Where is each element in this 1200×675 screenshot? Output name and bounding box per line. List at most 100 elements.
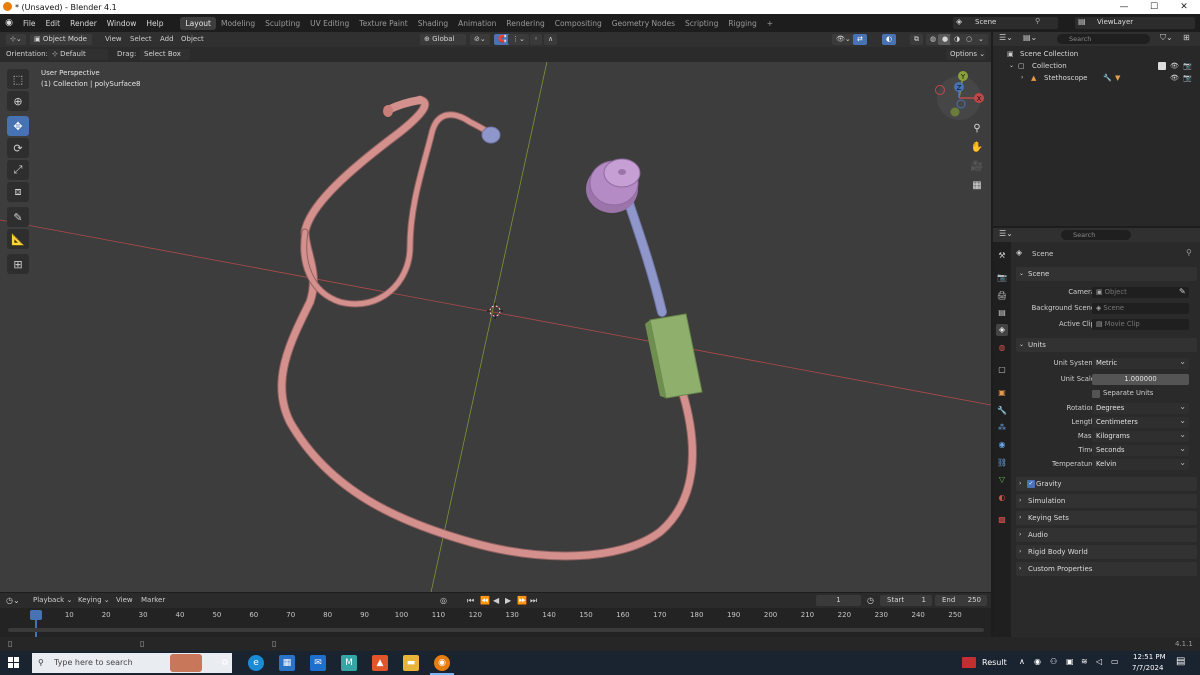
volume-icon[interactable]: ◁	[1096, 657, 1102, 666]
gizmo-toggle-icon[interactable]: ⇄	[853, 34, 867, 45]
collection-tab-icon[interactable]: ▢	[996, 364, 1008, 376]
notification-icon[interactable]: ▤	[1176, 656, 1185, 667]
rigid-body-world-panel-header[interactable]: › Rigid Body World	[1016, 545, 1197, 559]
xray-icon[interactable]: ⧉	[910, 34, 923, 45]
meet-icon[interactable]: ⚇	[1050, 657, 1057, 666]
marker-menu[interactable]: Marker	[141, 595, 165, 606]
clock-time[interactable]: 12:51 PM	[1133, 653, 1166, 661]
menu-select[interactable]: Select	[130, 34, 152, 45]
menu-object[interactable]: Object	[181, 34, 204, 45]
timeline-ruler[interactable]: 1102030405060708090100110120130140150160…	[0, 608, 991, 622]
stethoscope-model[interactable]	[277, 95, 703, 561]
output-tab-icon[interactable]: 🖨	[996, 290, 1008, 302]
outliner-row-collection[interactable]: ⌄ ▢ Collection 👁 📷	[993, 60, 1200, 72]
menu-file[interactable]: File	[18, 19, 41, 28]
pivot-icon[interactable]: ⊘⌄	[470, 34, 490, 45]
zoom-icon[interactable]: ⚲	[969, 121, 985, 137]
playback-menu[interactable]: Playback ⌄	[33, 595, 72, 606]
scale-tool[interactable]: ⤢	[7, 160, 29, 180]
simulation-panel-header[interactable]: › Simulation	[1016, 494, 1197, 508]
move-tool[interactable]: ✥	[7, 116, 29, 136]
visibility-icon[interactable]: 👁⌄	[832, 34, 855, 45]
rotate-tool[interactable]: ⟳	[7, 138, 29, 158]
store-icon[interactable]: ▦	[279, 655, 295, 671]
menu-render[interactable]: Render	[65, 19, 102, 28]
view-layer-selector[interactable]: ▤ ViewLayer	[1075, 17, 1195, 29]
eyedropper-icon[interactable]: ✎	[1179, 287, 1186, 296]
play-icon[interactable]: ▶	[505, 595, 511, 606]
network-icon[interactable]: ▣	[1066, 657, 1074, 666]
annotate-tool[interactable]: ✎	[7, 207, 29, 227]
gravity-panel-header[interactable]: › ✓ Gravity	[1016, 477, 1197, 491]
snap-options-icon[interactable]: ⋮⌄	[508, 34, 529, 45]
modifier-tab-icon[interactable]: 🔧	[996, 405, 1008, 417]
outliner-editor-type-icon[interactable]: ☰⌄	[999, 33, 1013, 42]
brave-icon[interactable]: ▲	[372, 655, 388, 671]
eye-icon[interactable]: 👁	[1170, 60, 1179, 72]
minimize-icon[interactable]: —	[1110, 0, 1138, 14]
orthographic-grid-icon[interactable]: ▦	[969, 178, 985, 194]
gravity-checkbox[interactable]: ✓	[1027, 480, 1035, 488]
rotation-dropdown[interactable]: Degrees	[1092, 401, 1189, 414]
battery-icon[interactable]: ▭	[1111, 657, 1119, 666]
transform-tool[interactable]: ⧈	[7, 182, 29, 202]
menu-edit[interactable]: Edit	[41, 19, 66, 28]
view-layer-tab-icon[interactable]: ▤	[996, 307, 1008, 319]
pan-hand-icon[interactable]: ✋	[969, 140, 985, 156]
outliner-display-mode-icon[interactable]: ▤⌄	[1023, 33, 1037, 42]
time-dropdown[interactable]: Seconds	[1092, 443, 1189, 456]
maximize-icon[interactable]: ☐	[1140, 0, 1168, 14]
checkbox-icon[interactable]	[1158, 62, 1166, 70]
play-reverse-icon[interactable]: ◀	[493, 595, 499, 606]
render-tab-icon[interactable]: 📷	[996, 272, 1008, 284]
tab-scripting[interactable]: Scripting	[680, 17, 723, 30]
temperature-dropdown[interactable]: Kelvin	[1092, 457, 1189, 470]
jump-start-icon[interactable]: ⏮	[467, 595, 474, 606]
menu-help[interactable]: Help	[141, 19, 168, 28]
mail-icon[interactable]: ✉	[310, 655, 326, 671]
menu-window[interactable]: Window	[102, 19, 142, 28]
overlay-toggle-icon[interactable]: ◐	[882, 34, 897, 45]
pin-icon[interactable]: ⚲	[1186, 248, 1192, 257]
menu-view[interactable]: View	[105, 34, 122, 45]
proportional-edit-icon[interactable]: ◦	[530, 34, 543, 45]
auto-keying-icon[interactable]: ◎	[440, 595, 447, 606]
playhead[interactable]	[30, 610, 42, 620]
mode-dropdown[interactable]: ▣ Object Mode	[30, 34, 92, 45]
tray-app-icon[interactable]: ◉	[1034, 657, 1041, 666]
maya-icon[interactable]: M	[341, 655, 357, 671]
tab-rigging[interactable]: Rigging	[723, 17, 761, 30]
start-frame-field[interactable]: Start 1	[880, 595, 932, 606]
jump-end-icon[interactable]: ⏭	[530, 595, 537, 606]
scene-panel-header[interactable]: ⌄ Scene	[1016, 267, 1197, 281]
physics-tab-icon[interactable]: ◉	[996, 439, 1008, 451]
expand-arrow-icon[interactable]: ⌄	[1009, 60, 1014, 72]
blender-taskbar-icon[interactable]: ◉	[434, 655, 450, 671]
camera-view-icon[interactable]: 🎥	[969, 159, 985, 175]
custom-properties-panel-header[interactable]: › Custom Properties	[1016, 562, 1197, 576]
timeline[interactable]: 1102030405060708090100110120130140150160…	[0, 608, 991, 637]
jump-keyframe-forward-icon[interactable]: ⏩	[517, 595, 527, 606]
object-tab-icon[interactable]: ▣	[996, 387, 1008, 399]
editor-type-icon[interactable]: ⊹⌄	[6, 34, 26, 45]
separate-units-checkbox[interactable]	[1092, 390, 1100, 398]
outliner-search-field[interactable]: Search	[1057, 34, 1150, 44]
background-scene-field[interactable]: ◈ Scene	[1092, 303, 1189, 314]
close-icon[interactable]: ✕	[1170, 0, 1198, 14]
blender-menu-icon[interactable]: ◉	[0, 18, 18, 28]
timeline-view-menu[interactable]: View	[116, 595, 133, 606]
tab-animation[interactable]: Animation	[453, 17, 501, 30]
3d-viewport[interactable]: Y X Z User Perspective (1) Collection | …	[0, 62, 991, 592]
transform-orientation-dropdown[interactable]: ⊕ Global	[420, 34, 466, 45]
filter-icon[interactable]: ⛉⌄	[1160, 33, 1173, 43]
tab-rendering[interactable]: Rendering	[501, 17, 549, 30]
gizmo-neg-y[interactable]	[950, 107, 960, 117]
result-label[interactable]: Result	[982, 658, 1007, 667]
windows-start-icon[interactable]	[8, 657, 20, 669]
unit-scale-field[interactable]: 1.000000	[1092, 374, 1189, 385]
properties-editor-type-icon[interactable]: ☰⌄	[999, 229, 1013, 238]
timeline-scrollbar[interactable]	[8, 628, 984, 632]
add-workspace-icon[interactable]: +	[762, 17, 778, 30]
eye-icon[interactable]: 👁	[1170, 72, 1179, 84]
material-tab-icon[interactable]: ◐	[996, 492, 1008, 504]
